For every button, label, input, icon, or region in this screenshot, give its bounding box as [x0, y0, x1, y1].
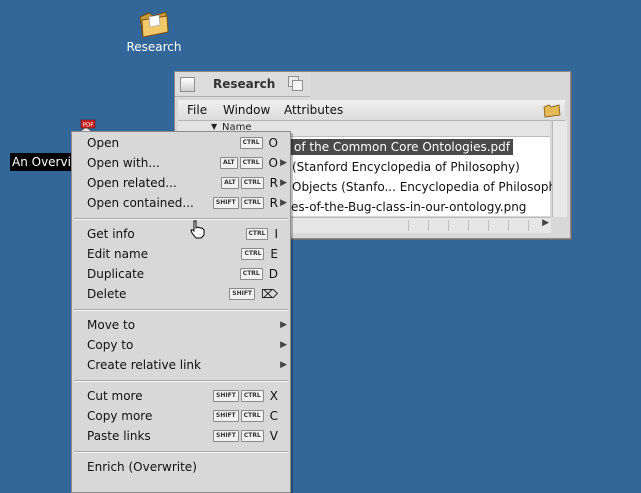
selected-file-label[interactable]: An Overview of the Common Core Ontologie… [10, 153, 76, 171]
list-item[interactable]: es-of-the-Bug-class-in-our-ontology.png [291, 197, 526, 217]
submenu-arrow-icon: ▶ [280, 158, 287, 168]
submenu-arrow-icon: ▶ [280, 198, 287, 208]
navigator-folder-icon[interactable] [543, 102, 561, 121]
menu-item-paste-links[interactable]: Paste links SHIFT CTRL V [72, 426, 290, 446]
hand-cursor-icon [190, 220, 205, 239]
window-menubar: File Window Attributes [178, 100, 565, 121]
submenu-arrow-icon: ▶ [280, 320, 287, 330]
list-item[interactable]: Objects (Stanfo... Encyclopedia of Philo… [292, 177, 568, 197]
window-tab[interactable]: Research [175, 72, 310, 97]
list-item-label: es-of-the-Bug-class-in-our-ontology.png [291, 200, 527, 214]
research-folder-desktop-icon[interactable]: Research [124, 8, 184, 54]
list-item[interactable]: of the Common Core Ontologies.pdf [291, 137, 513, 157]
menu-item-copy-to[interactable]: Copy to ▶ [72, 335, 290, 355]
menu-item-open-related[interactable]: Open related... ALT CTRL R ▶ [72, 173, 290, 193]
folder-label: Research [126, 40, 182, 54]
zoom-button[interactable] [288, 76, 303, 91]
vertical-scrollbar[interactable] [552, 121, 567, 217]
menu-separator [74, 380, 288, 382]
menu-item-get-info[interactable]: Get info CTRL I [72, 224, 290, 244]
submenu-arrow-icon: ▶ [280, 360, 287, 370]
menu-window[interactable]: Window [223, 103, 270, 117]
submenu-arrow-icon: ▶ [280, 178, 287, 188]
menu-item-edit-name[interactable]: Edit name CTRL E [72, 244, 290, 264]
pdf-badge: PDF [83, 123, 94, 129]
menu-item-open-contained[interactable]: Open contained... SHIFT CTRL R ▶ [72, 193, 290, 213]
close-button[interactable] [180, 77, 195, 92]
menu-file[interactable]: File [187, 103, 207, 117]
menu-separator [74, 309, 288, 311]
list-item-label: Objects (Stanfo... Encyclopedia of Philo… [292, 180, 568, 194]
list-item-label: (Stanford Encyclopedia of Philosophy) [292, 160, 520, 174]
list-item[interactable]: (Stanford Encyclopedia of Philosophy) [292, 157, 520, 177]
menu-item-duplicate[interactable]: Duplicate CTRL D [72, 264, 290, 284]
folder-icon [139, 11, 169, 38]
menu-item-delete[interactable]: Delete SHIFT ⌦ [72, 284, 290, 304]
submenu-arrow-icon: ▶ [280, 340, 287, 350]
list-item-label: of the Common Core Ontologies.pdf [291, 139, 513, 155]
menu-item-cut-more[interactable]: Cut more SHIFT CTRL X [72, 386, 290, 406]
menu-item-copy-more[interactable]: Copy more SHIFT CTRL C [72, 406, 290, 426]
menu-attributes[interactable]: Attributes [284, 103, 343, 117]
context-menu: Open CTRL O Open with... ALT CTRL O ▶ Open … [71, 131, 291, 493]
menu-item-open[interactable]: Open CTRL O [72, 133, 290, 153]
scroll-right-arrow-icon[interactable]: ▶ [542, 218, 549, 228]
sort-arrow-icon: ▼ [211, 122, 218, 131]
window-title: Research [213, 77, 276, 91]
menu-item-create-relative-link[interactable]: Create relative link ▶ [72, 355, 290, 375]
menu-separator [74, 218, 288, 220]
menu-item-open-with[interactable]: Open with... ALT CTRL O ▶ [72, 153, 290, 173]
menu-separator [74, 451, 288, 453]
menu-item-enrich-overwrite[interactable]: Enrich (Overwrite) [72, 457, 290, 477]
menu-item-move-to[interactable]: Move to ▶ [72, 315, 290, 335]
